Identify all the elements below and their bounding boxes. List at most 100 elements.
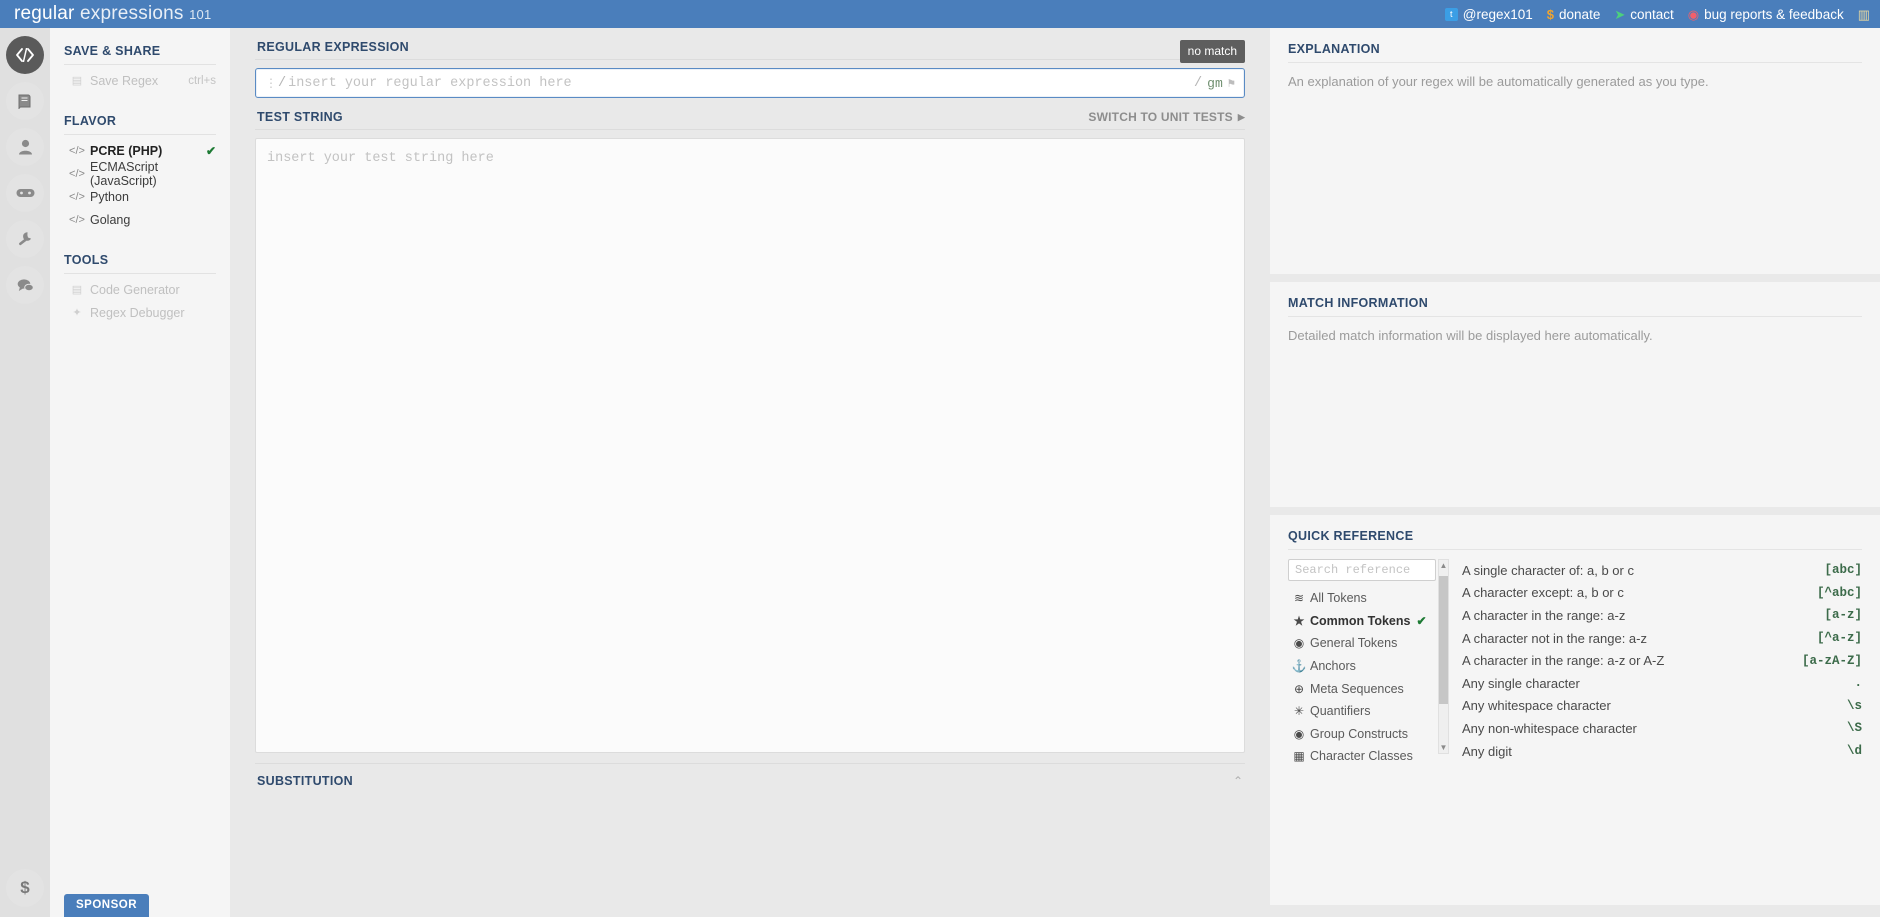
tool-item-regex-debugger[interactable]: ✦ Regex Debugger	[64, 301, 216, 324]
regex-flags[interactable]: gm	[1207, 76, 1223, 91]
header-link-contact[interactable]: ➤ contact	[1614, 7, 1673, 22]
tool-label: Regex Debugger	[86, 306, 216, 320]
code-icon: </>	[68, 145, 86, 157]
category-all-tokens[interactable]: ≋ All Tokens	[1288, 587, 1452, 610]
reference-token: \d	[1847, 744, 1862, 758]
rail-item-code[interactable]	[6, 36, 44, 74]
flavor-heading: FLAVOR	[64, 106, 216, 135]
test-string-placeholder: insert your test string here	[267, 151, 494, 166]
rail-item-tools[interactable]	[6, 220, 44, 258]
reference-row[interactable]: Any digit \d	[1462, 740, 1862, 763]
icon-rail: $	[0, 28, 50, 917]
reference-description: A single character of: a, b or c	[1462, 563, 1634, 578]
substitution-panel-header[interactable]: SUBSTITUTION ⌃	[255, 763, 1245, 788]
dollar-icon: $	[20, 878, 29, 898]
regex-input-box[interactable]: ⋮ / insert your regular expression here …	[255, 68, 1245, 98]
category-quantifiers[interactable]: ✳ Quantifiers	[1288, 700, 1452, 723]
site-logo[interactable]: regular expressions 101	[0, 3, 211, 25]
rail-item-library[interactable]	[6, 82, 44, 120]
header-link-twitter[interactable]: t @regex101	[1445, 7, 1533, 22]
reference-row[interactable]: Any whitespace character \s	[1462, 695, 1862, 718]
target-icon: ◉	[1288, 727, 1310, 741]
sponsor-button[interactable]: SPONSOR	[64, 894, 149, 917]
header-links: t @regex101 $ donate ➤ contact ◉ bug rep…	[1445, 7, 1880, 22]
logo-word-expressions: expressions	[75, 3, 184, 24]
chevron-up-icon[interactable]: ⌃	[1233, 774, 1243, 788]
flavor-label: Python	[86, 190, 216, 204]
flavor-item-golang[interactable]: </> Golang	[64, 208, 216, 231]
category-general-tokens[interactable]: ◉ General Tokens	[1288, 632, 1452, 655]
tool-item-code-generator[interactable]: ▤ Code Generator	[64, 278, 216, 301]
file-code-icon: ▤	[68, 283, 86, 296]
bank-icon: ▥	[1858, 8, 1870, 21]
reference-description: A character except: a, b or c	[1462, 585, 1624, 600]
reference-row[interactable]: A character in the range: a-z or A-Z [a-…	[1462, 649, 1862, 672]
main-editor-column: REGULAR EXPRESSION no match ⋮ / insert y…	[230, 28, 1270, 917]
no-match-badge: no match	[1180, 40, 1245, 63]
header-link-donate[interactable]: $ donate	[1547, 7, 1601, 22]
category-group-constructs[interactable]: ◉ Group Constructs	[1288, 723, 1452, 746]
rail-item-sponsor[interactable]: $	[6, 869, 44, 907]
asterisk-icon: ✳	[1288, 704, 1310, 718]
regex-input[interactable]: insert your regular expression here	[286, 76, 572, 91]
category-meta-sequences[interactable]: ⊕ Meta Sequences	[1288, 677, 1452, 700]
rail-item-account[interactable]	[6, 128, 44, 166]
category-label: Group Constructs	[1310, 727, 1408, 741]
flavor-item-ecmascript[interactable]: </> ECMAScript (JavaScript)	[64, 162, 216, 185]
regex-flags-area[interactable]: / gm ⚑	[1194, 76, 1244, 91]
reference-description: Any digit	[1462, 744, 1512, 759]
reference-row[interactable]: A character not in the range: a-z [^a-z]	[1462, 627, 1862, 650]
check-icon: ✔	[206, 144, 216, 158]
category-scrollbar[interactable]: ▲ ▼	[1438, 559, 1449, 754]
code-icon: </>	[68, 214, 86, 226]
reference-description: A character in the range: a-z	[1462, 608, 1625, 623]
flavor-label: ECMAScript (JavaScript)	[86, 160, 216, 188]
test-string-section-title: TEST STRING	[257, 110, 343, 124]
right-column: EXPLANATION An explanation of your regex…	[1270, 28, 1880, 917]
rail-item-gamepad[interactable]	[6, 174, 44, 212]
left-sidebar: SAVE & SHARE ▤ Save Regex ctrl+s FLAVOR …	[50, 28, 230, 917]
reference-token: [a-z]	[1824, 608, 1862, 622]
rail-item-chat[interactable]	[6, 266, 44, 304]
reference-row[interactable]: A character in the range: a-z [a-z]	[1462, 604, 1862, 627]
scroll-up-arrow-icon[interactable]: ▲	[1439, 561, 1448, 570]
flavor-label: Golang	[86, 213, 216, 227]
search-reference-input[interactable]	[1288, 559, 1436, 581]
layers-icon: ≋	[1288, 591, 1310, 605]
reference-row[interactable]: Any non-whitespace character \S	[1462, 717, 1862, 740]
reference-token: \s	[1847, 699, 1862, 713]
regex-section-title: REGULAR EXPRESSION	[257, 40, 409, 54]
scrollbar-thumb[interactable]	[1439, 576, 1448, 704]
flag-icon[interactable]: ⚑	[1228, 76, 1235, 91]
flavor-item-python[interactable]: </> Python	[64, 185, 216, 208]
switch-to-unit-tests-button[interactable]: SWITCH TO UNIT TESTS ▶	[1088, 110, 1245, 124]
save-regex-item[interactable]: ▤ Save Regex ctrl+s	[64, 69, 216, 92]
globe-icon: ⊕	[1288, 682, 1310, 696]
reference-row[interactable]: Any single character .	[1462, 672, 1862, 695]
bug-icon: ◉	[1688, 8, 1699, 21]
flavor-label: PCRE (PHP)	[86, 144, 206, 158]
category-common-tokens[interactable]: ★ Common Tokens ✔	[1288, 610, 1452, 633]
regex-delimiter-close: /	[1194, 76, 1202, 91]
quick-reference-panel: QUICK REFERENCE ▲ ▼ ≋ All Tokens ★ Commo…	[1270, 515, 1880, 905]
paper-plane-icon: ➤	[1614, 8, 1625, 21]
test-string-input[interactable]: insert your test string here	[255, 138, 1245, 753]
regex-input-left[interactable]: ⋮ / insert your regular expression here	[256, 76, 1194, 91]
header-link-bug-reports[interactable]: ◉ bug reports & feedback	[1688, 7, 1844, 22]
reference-row[interactable]: A character except: a, b or c [^abc]	[1462, 582, 1862, 605]
save-share-heading: SAVE & SHARE	[64, 40, 216, 65]
category-anchors[interactable]: ⚓ Anchors	[1288, 655, 1452, 678]
drag-handle-icon[interactable]: ⋮	[265, 76, 276, 90]
scroll-down-arrow-icon[interactable]: ▼	[1439, 743, 1448, 752]
header-link-library[interactable]: ▥	[1858, 8, 1870, 21]
bug-icon: ✦	[68, 306, 86, 319]
category-character-classes[interactable]: ▦ Character Classes	[1288, 745, 1452, 768]
tools-heading: TOOLS	[64, 245, 216, 274]
category-label: Quantifiers	[1310, 704, 1370, 718]
category-label: General Tokens	[1310, 636, 1397, 650]
header-link-donate-label: donate	[1559, 7, 1600, 22]
reference-row[interactable]: A single character of: a, b or c [abc]	[1462, 559, 1862, 582]
regex-panel-header: REGULAR EXPRESSION	[255, 28, 1245, 60]
code-icon: </>	[68, 191, 86, 203]
header-link-bug-reports-label: bug reports & feedback	[1704, 7, 1844, 22]
